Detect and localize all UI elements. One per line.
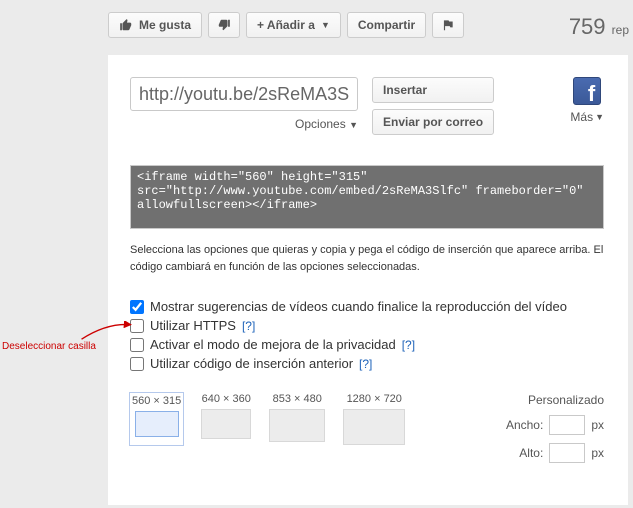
width-input[interactable] <box>549 415 585 435</box>
option-show-suggestions[interactable]: Mostrar sugerencias de vídeos cuando fin… <box>130 299 604 314</box>
options-link[interactable]: Opciones ▼ <box>130 117 358 131</box>
size-thumb <box>343 409 405 445</box>
facebook-icon <box>573 77 601 105</box>
option-old-code[interactable]: Utilizar código de inserción anterior [?… <box>130 356 604 371</box>
embed-options: Mostrar sugerencias de vídeos cuando fin… <box>130 299 604 371</box>
like-label: Me gusta <box>139 18 191 32</box>
size-thumb <box>135 411 179 437</box>
thumbs-up-icon <box>119 18 133 32</box>
email-button[interactable]: Enviar por correo <box>372 109 494 135</box>
share-panel: Opciones ▼ Insertar Enviar por correo Má… <box>108 55 628 505</box>
custom-size: Personalizado Ancho: px Alto: px <box>506 393 604 463</box>
unit-label-w: px <box>591 418 604 432</box>
size-label: 853 × 480 <box>269 393 325 405</box>
size-picker: 560 × 315 640 × 360 853 × 480 1280 × 720 Pe… <box>130 393 604 463</box>
embed-help-text: Selecciona las opciones que quieras y co… <box>130 242 604 275</box>
checkbox-old-code[interactable] <box>130 357 144 371</box>
share-label: Compartir <box>358 18 415 32</box>
facebook-share[interactable]: Más ▼ <box>570 77 604 124</box>
flag-button[interactable] <box>432 12 464 38</box>
height-label: Alto: <box>519 446 543 460</box>
dislike-button[interactable] <box>208 12 240 38</box>
flag-icon <box>441 18 455 32</box>
more-link[interactable]: Más ▼ <box>570 110 604 124</box>
custom-title: Personalizado <box>506 393 604 407</box>
view-count: 759 rep <box>569 14 629 40</box>
checkbox-privacy-mode[interactable] <box>130 338 144 352</box>
share-button[interactable]: Compartir <box>347 12 426 38</box>
option-privacy-mode[interactable]: Activar el modo de mejora de la privacid… <box>130 337 604 352</box>
chevron-down-icon: ▼ <box>349 120 358 130</box>
annotation-text: Deseleccionar casilla <box>2 341 96 352</box>
option-use-https[interactable]: Utilizar HTTPS [?] <box>130 318 604 333</box>
thumbs-down-icon <box>217 18 231 32</box>
help-icon[interactable]: [?] <box>242 319 255 333</box>
embed-code-textarea[interactable]: <iframe width="560" height="315" src="ht… <box>130 165 604 229</box>
size-label: 640 × 360 <box>201 393 251 405</box>
checkbox-use-https[interactable] <box>130 319 144 333</box>
add-to-label: + Añadir a <box>257 18 315 32</box>
size-option[interactable]: 560 × 315 <box>130 393 183 445</box>
help-icon[interactable]: [?] <box>359 357 372 371</box>
width-label: Ancho: <box>506 418 543 432</box>
view-count-suffix: rep <box>612 23 629 37</box>
share-url-input[interactable] <box>130 77 358 111</box>
size-label: 560 × 315 <box>132 395 181 407</box>
like-button[interactable]: Me gusta <box>108 12 202 38</box>
insert-button[interactable]: Insertar <box>372 77 494 103</box>
unit-label-h: px <box>591 446 604 460</box>
view-count-number: 759 <box>569 14 606 39</box>
size-label: 1280 × 720 <box>343 393 405 405</box>
size-option[interactable]: 1280 × 720 <box>343 393 405 445</box>
chevron-down-icon: ▼ <box>595 112 604 122</box>
action-bar: Me gusta + Añadir a ▼ Compartir 759 rep <box>108 8 633 42</box>
help-icon[interactable]: [?] <box>402 338 415 352</box>
height-input[interactable] <box>549 443 585 463</box>
size-thumb <box>269 409 325 442</box>
size-option[interactable]: 853 × 480 <box>269 393 325 445</box>
size-option[interactable]: 640 × 360 <box>201 393 251 445</box>
chevron-down-icon: ▼ <box>321 20 330 30</box>
add-to-button[interactable]: + Añadir a ▼ <box>246 12 341 38</box>
checkbox-show-suggestions[interactable] <box>130 300 144 314</box>
size-thumb <box>201 409 251 439</box>
